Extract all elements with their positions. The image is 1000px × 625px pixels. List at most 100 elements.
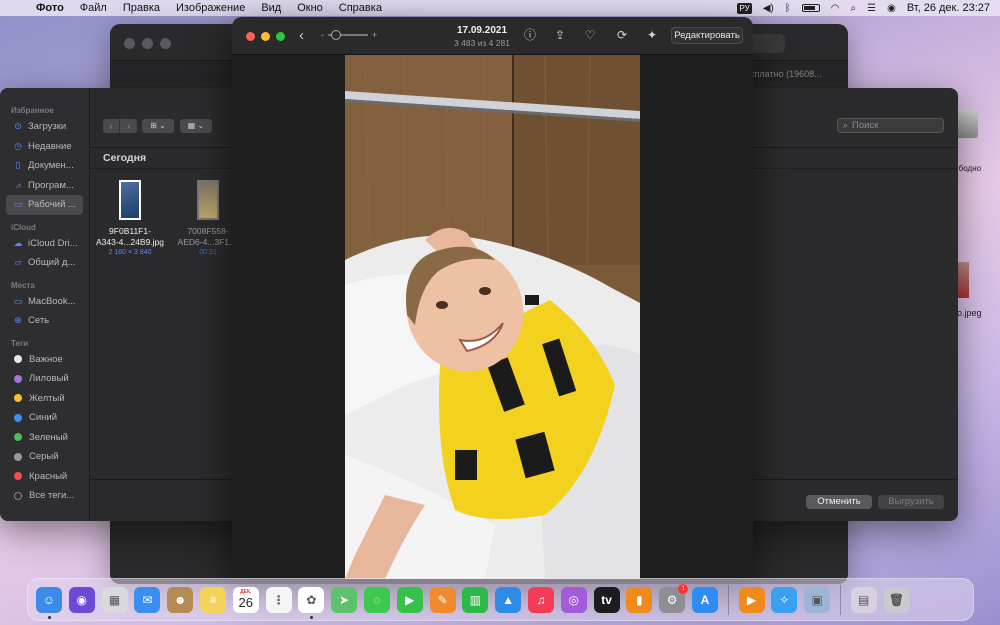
edit-button[interactable]: Редактировать <box>671 27 743 44</box>
menu-app-name[interactable]: Фото <box>28 2 72 14</box>
zoom-knob[interactable] <box>331 30 341 40</box>
photo-image[interactable] <box>345 55 640 579</box>
clock-icon: ◷ <box>14 140 22 151</box>
zoom-track[interactable] <box>328 30 368 40</box>
desktop-drive[interactable]: ...бодно <box>952 110 1000 173</box>
preview-icon[interactable]: ▣ <box>804 586 831 613</box>
music-icon[interactable]: ♫ <box>527 586 554 613</box>
close-button[interactable] <box>246 32 255 41</box>
info-icon[interactable]: ⓘ <box>522 27 538 43</box>
zoom-slider[interactable]: - + <box>321 30 377 40</box>
system-preferences-icon[interactable]: ⚙ 1 <box>659 583 689 613</box>
favorite-heart-icon[interactable]: ♡ <box>582 27 598 43</box>
sidebar-item-favorite-0[interactable]: ⊙ Загрузки <box>0 117 89 137</box>
bluetooth-icon[interactable]: ᛒ <box>785 3 791 14</box>
auto-enhance-icon[interactable]: ✦ <box>644 27 660 43</box>
export-button[interactable]: Выгрузить <box>878 495 944 509</box>
launchpad-icon[interactable]: ▦ <box>101 586 128 613</box>
sidebar-item-icloud-1[interactable]: ▱ Общий д... <box>0 253 89 273</box>
forward-button[interactable]: › <box>120 119 137 133</box>
sidebar-tag-2[interactable]: Желтый <box>0 389 89 409</box>
dock-glyph: ✿ <box>306 592 317 607</box>
trash-icon[interactable]: 🗑 <box>883 586 910 613</box>
dock-glyph: ▲ <box>502 592 515 607</box>
app-store-icon[interactable]: A <box>691 586 718 613</box>
siri-icon[interactable]: ◉ <box>68 586 95 613</box>
sidebar-tag-4[interactable]: Зеленый <box>0 428 89 448</box>
share-icon[interactable]: ⇪ <box>552 27 568 43</box>
dock-glyph: ▣ <box>811 592 823 607</box>
back-arrow-icon[interactable]: ‹ <box>299 27 304 44</box>
downloads-stack-icon[interactable]: ▤ <box>850 586 877 613</box>
group-mode-button[interactable]: ▦ ⌄ <box>180 119 212 133</box>
menubar: Фото Файл Правка Изображение Вид Окно Сп… <box>0 0 1000 16</box>
dock-glyph: ◉ <box>76 592 88 607</box>
menu-view[interactable]: Вид <box>253 2 289 14</box>
fullscreen-button[interactable] <box>276 32 285 41</box>
vlc-icon[interactable]: ▶ <box>738 586 765 613</box>
search-icon[interactable]: ⌕ <box>851 3 857 14</box>
sidebar-item-favorite-2[interactable]: ▯ Докумен... <box>0 156 89 176</box>
siri-menubar-icon[interactable]: ◉ <box>887 3 896 14</box>
menu-edit[interactable]: Правка <box>115 2 168 14</box>
sidebar-tag-5[interactable]: Серый <box>0 447 89 467</box>
sidebar-item-favorite-1[interactable]: ◷ Недавние <box>0 137 89 157</box>
search-field[interactable]: ⌕ <box>837 118 944 133</box>
menu-image[interactable]: Изображение <box>168 2 253 14</box>
dock-glyph: ⚙ <box>666 592 678 607</box>
notes-icon[interactable]: ≡ <box>199 586 226 613</box>
sidebar-item-favorite-4[interactable]: ▭ Рабочий ... <box>6 195 83 215</box>
menubar-clock[interactable]: Вт, 26 дек. 23:27 <box>907 2 990 14</box>
facetime-icon[interactable]: ▶ <box>396 586 423 613</box>
calendar-icon[interactable]: ДЕК. 26 <box>232 586 259 613</box>
group-header: Сегодня <box>103 152 147 164</box>
navigation-buttons: ‹ › <box>103 119 137 133</box>
back-button[interactable]: ‹ <box>103 119 120 133</box>
tag-color-dot <box>14 472 22 481</box>
menu-help[interactable]: Справка <box>331 2 390 14</box>
mail-icon[interactable]: ✉ <box>134 586 161 613</box>
battery-icon[interactable] <box>801 4 820 12</box>
sidebar-tag-1[interactable]: Лиловый <box>0 369 89 389</box>
laptop-icon: ▭ <box>13 295 23 306</box>
pages-icon[interactable]: ✎ <box>429 586 456 613</box>
maps-icon[interactable]: ➤ <box>331 586 358 613</box>
sidebar-tag-6[interactable]: Красный <box>0 467 89 487</box>
safari-icon[interactable]: ✧ <box>771 586 798 613</box>
cancel-button[interactable]: Отменить <box>806 495 872 509</box>
sidebar-item-place-1[interactable]: ⊕ Сеть <box>0 311 89 331</box>
wifi-icon[interactable]: ◠ <box>831 3 840 14</box>
photos-icon[interactable]: ✿ <box>298 586 325 619</box>
rotate-icon[interactable]: ⟳ <box>614 27 630 43</box>
dock-glyph: A <box>700 592 710 607</box>
menu-window[interactable]: Окно <box>289 2 331 14</box>
file-item[interactable]: 9F0B11F1- A343-4...24B9.jpg 2 160 × 3 840 <box>90 180 170 256</box>
sidebar-tag-0[interactable]: Важное <box>0 350 89 370</box>
minimize-button[interactable] <box>261 32 270 41</box>
control-center-icon[interactable]: ☰ <box>867 3 876 14</box>
reminders-icon[interactable]: ⋮ <box>265 586 292 613</box>
messages-icon[interactable]: ◌ <box>363 586 390 613</box>
keynote-icon[interactable]: ▲ <box>495 586 522 613</box>
sidebar-item-place-0[interactable]: ▭ MacBook... <box>0 292 89 312</box>
tv-icon[interactable]: tv <box>593 586 620 613</box>
sidebar-item-favorite-3[interactable]: ⩘ Програм... <box>0 176 89 196</box>
finder-icon[interactable]: ☺ <box>36 586 62 619</box>
contacts-icon[interactable]: ☻ <box>167 586 194 613</box>
sidebar-section-places: Места <box>11 280 35 290</box>
sidebar-tag-3[interactable]: Синий <box>0 408 89 428</box>
view-mode-button[interactable]: ⊞ ⌄ <box>142 119 174 133</box>
menu-file[interactable]: Файл <box>72 2 115 14</box>
numbers-icon[interactable]: ▥ <box>462 586 489 613</box>
dock-glyph: 🗑 <box>888 592 905 607</box>
search-input[interactable] <box>852 120 938 131</box>
input-source-indicator[interactable]: РУ <box>737 2 752 14</box>
dock-glyph: ▤ <box>858 592 870 607</box>
sidebar-item-icloud-0[interactable]: ☁ iCloud Dri... <box>0 234 89 254</box>
volume-icon[interactable]: ◀) <box>763 3 774 14</box>
sidebar-tag-7[interactable]: Все теги... <box>0 486 89 506</box>
tag-color-dot <box>14 433 22 442</box>
podcasts-icon[interactable]: ◎ <box>560 586 587 613</box>
books-icon[interactable]: ▮ <box>626 586 653 613</box>
dock-glyph: ✧ <box>779 592 790 607</box>
